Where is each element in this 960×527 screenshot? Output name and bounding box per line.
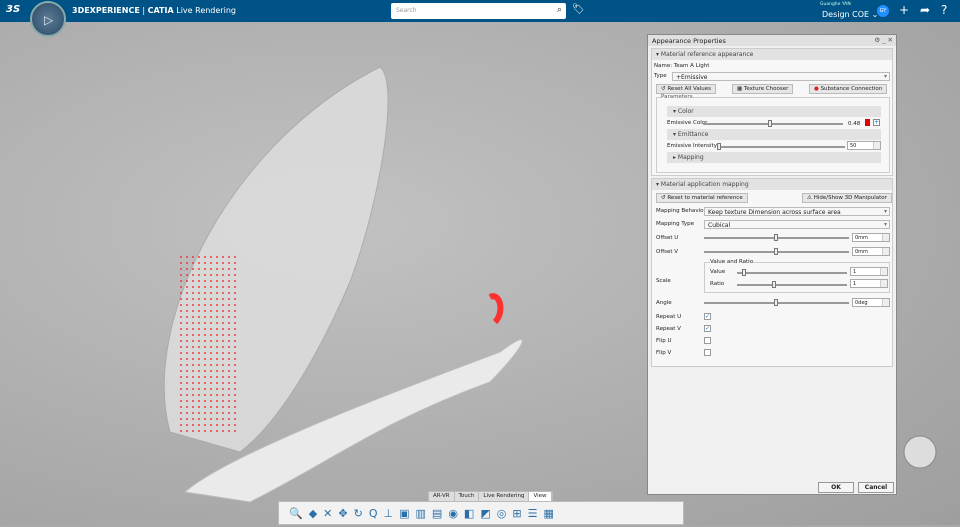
- view-toolbar: 🔍 ◆ ✕ ✥ ↻ Q ⊥ ▣ ▥ ▤ ◉ ◧ ◩ ◎ ⊞ ☰ ▦: [278, 501, 684, 525]
- pan-icon[interactable]: ✥: [338, 507, 347, 520]
- zoom-icon[interactable]: Q: [369, 507, 378, 520]
- fit-all-icon[interactable]: ✕: [323, 507, 332, 520]
- lighting-icon[interactable]: ▤: [432, 507, 442, 520]
- ok-button[interactable]: OK: [818, 482, 854, 493]
- environment-icon[interactable]: ◎: [497, 507, 507, 520]
- slider-thumb[interactable]: [772, 281, 776, 288]
- app-title: 3DEXPERIENCE | CATIA Live Rendering: [72, 6, 236, 15]
- offset-v-input[interactable]: 0mm: [852, 247, 890, 256]
- navigation-cube-icon[interactable]: [903, 435, 937, 469]
- normal-view-icon[interactable]: ⊥: [384, 507, 394, 520]
- scale-value-input[interactable]: 1: [850, 267, 888, 276]
- material-reference-section: ▾ Material reference appearance Name: Te…: [651, 48, 893, 176]
- slider-thumb[interactable]: [742, 269, 746, 276]
- scale-ratio-input[interactable]: 1: [850, 279, 888, 288]
- offset-u-slider[interactable]: [704, 234, 849, 241]
- substance-connection-button[interactable]: ● Substance Connection: [809, 84, 888, 94]
- compass-icon[interactable]: ▷: [30, 1, 66, 37]
- material-mapping-section: ▾ Material application mapping ↺ Reset t…: [651, 178, 893, 367]
- tag-icon[interactable]: 🏷: [572, 4, 585, 15]
- projection-icon[interactable]: ▣: [399, 507, 409, 520]
- cancel-button[interactable]: Cancel: [858, 482, 894, 493]
- emissive-intensity-slider[interactable]: [717, 143, 845, 150]
- repeat-u-checkbox[interactable]: ✓: [704, 313, 711, 320]
- search-input[interactable]: Search ⌕: [391, 3, 566, 19]
- type-select[interactable]: +Emissive: [672, 72, 890, 81]
- plus-icon[interactable]: +: [899, 3, 909, 17]
- emissive-intensity-input[interactable]: 50: [847, 141, 881, 150]
- material-name: Team A Light: [673, 63, 710, 69]
- 3ds-logo-icon[interactable]: 3S: [6, 4, 20, 15]
- emissive-color-slider[interactable]: [703, 120, 843, 127]
- light-markers: [180, 252, 240, 432]
- angle-slider[interactable]: [704, 299, 849, 306]
- tab-view[interactable]: View: [529, 492, 552, 501]
- rotate-icon[interactable]: ↻: [354, 507, 363, 520]
- reset-to-material-button[interactable]: ↺ Reset to material reference: [656, 193, 748, 203]
- tab-ar-vr[interactable]: AR-VR: [429, 492, 455, 501]
- mapping-group[interactable]: ▸ Mapping: [667, 152, 881, 163]
- color-swatch[interactable]: [865, 119, 870, 126]
- avatar[interactable]: GY: [877, 5, 889, 17]
- tab-live-rendering[interactable]: Live Rendering: [479, 492, 530, 501]
- add-color-button[interactable]: +: [873, 119, 880, 126]
- tab-touch[interactable]: Touch: [455, 492, 480, 501]
- collab-space-dropdown[interactable]: Design COE ⌄: [822, 10, 878, 19]
- share-icon[interactable]: ➦: [920, 3, 930, 17]
- slider-thumb[interactable]: [768, 120, 773, 127]
- view-mode-icon[interactable]: ◩: [480, 507, 490, 520]
- ghost-icon[interactable]: ▦: [543, 507, 553, 520]
- reset-all-values-button[interactable]: ↺ Reset All Values: [656, 84, 717, 94]
- scale-ratio-slider[interactable]: [737, 281, 847, 288]
- top-bar: 3S ▷ 3DEXPERIENCE | CATIA Live Rendering…: [0, 0, 960, 37]
- hide-show-icon[interactable]: ◉: [448, 507, 458, 520]
- search-icon[interactable]: ⌕: [557, 5, 562, 15]
- mapping-behavior-select[interactable]: Keep texture Dimension across surface ar…: [704, 207, 890, 216]
- flip-u-checkbox[interactable]: [704, 337, 711, 344]
- texture-chooser-button[interactable]: ▦ Texture Chooser: [732, 84, 794, 94]
- hide-show-manipulator-button[interactable]: ⚠ Hide/Show 3D Manipulator: [802, 193, 892, 203]
- offset-u-input[interactable]: 0mm: [852, 233, 890, 242]
- slider-thumb[interactable]: [774, 248, 778, 255]
- repeat-v-checkbox[interactable]: ✓: [704, 325, 711, 332]
- help-icon[interactable]: ?: [941, 3, 947, 17]
- flip-v-checkbox[interactable]: [704, 349, 711, 356]
- appearance-properties-dialog: Appearance Properties ⚙ _ ✕ ▾ Material re…: [647, 34, 897, 495]
- slider-thumb[interactable]: [774, 299, 778, 306]
- angle-input[interactable]: 0deg: [852, 298, 890, 307]
- color-group[interactable]: ▾ Color: [667, 106, 881, 117]
- render-style-icon[interactable]: ▥: [416, 507, 426, 520]
- user-name: Guanghe YAN: [820, 2, 851, 7]
- mapping-type-select[interactable]: Cubical: [704, 220, 890, 229]
- offset-v-slider[interactable]: [704, 248, 849, 255]
- view-cube-icon[interactable]: ◆: [309, 507, 317, 520]
- section-header[interactable]: ▾ Material application mapping: [652, 179, 892, 190]
- dialog-controls[interactable]: ⚙ _ ✕: [874, 36, 893, 44]
- selection-icon[interactable]: ◧: [464, 507, 474, 520]
- scale-value-slider[interactable]: [737, 269, 847, 276]
- emittance-group[interactable]: ▾ Emittance: [667, 129, 881, 140]
- tree-icon[interactable]: ☰: [528, 507, 538, 520]
- value-ratio-group: Value and Ratio Value 1 Ratio 1: [704, 259, 890, 293]
- dialog-title: Appearance Properties ⚙ _ ✕: [648, 35, 896, 46]
- multi-view-icon[interactable]: ⊞: [512, 507, 521, 520]
- slider-thumb[interactable]: [717, 143, 721, 150]
- section-header[interactable]: ▾ Material reference appearance: [652, 49, 892, 60]
- fly-mode-icon[interactable]: 🔍: [289, 507, 303, 520]
- slider-thumb[interactable]: [774, 234, 778, 241]
